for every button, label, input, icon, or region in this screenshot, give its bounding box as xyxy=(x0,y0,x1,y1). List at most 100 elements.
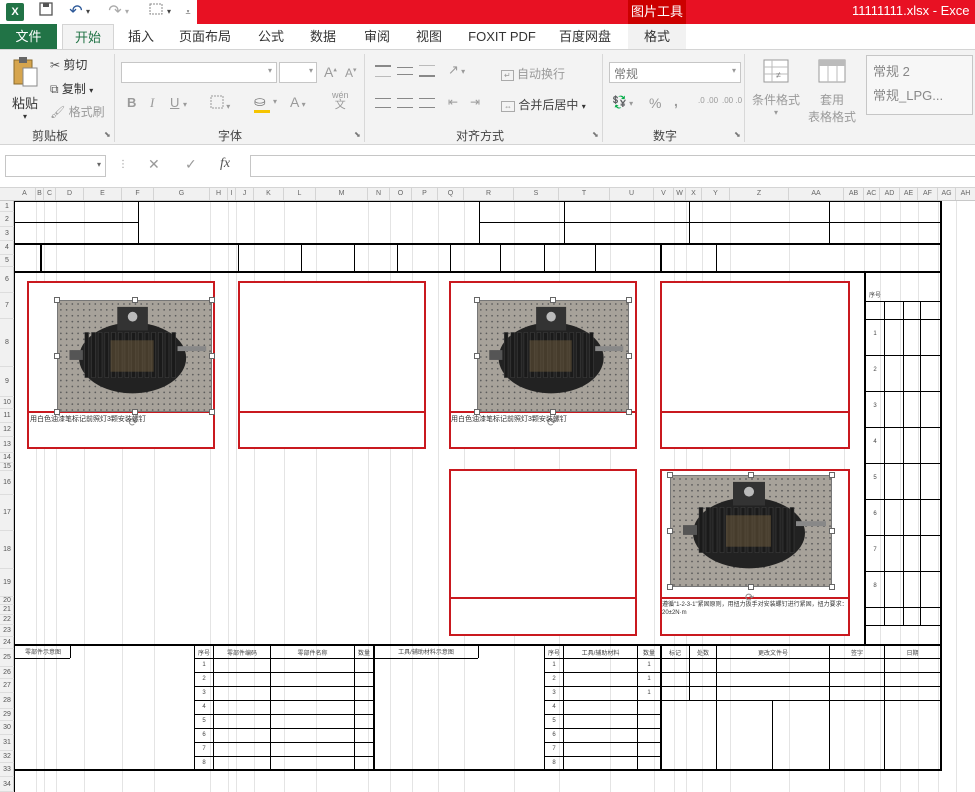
tab-insert[interactable]: 插入 xyxy=(120,24,162,49)
row-header[interactable]: 14 xyxy=(0,453,14,463)
engine-photo[interactable] xyxy=(57,300,212,412)
column-header[interactable]: U xyxy=(610,188,654,200)
row-header[interactable]: 33 xyxy=(0,763,14,777)
column-header[interactable]: R xyxy=(464,188,514,200)
row-header[interactable]: 22 xyxy=(0,615,14,625)
accounting-format-button[interactable]: 💱 ▾ xyxy=(612,95,633,109)
column-header[interactable]: Q xyxy=(438,188,464,200)
resize-handle[interactable] xyxy=(626,409,632,415)
resize-handle[interactable] xyxy=(131,297,138,303)
column-header[interactable]: C xyxy=(44,188,56,200)
cancel-icon[interactable]: ✕ xyxy=(148,156,160,173)
row-header[interactable]: 11 xyxy=(0,409,14,423)
resize-handle[interactable] xyxy=(667,528,673,534)
engine-photo[interactable] xyxy=(670,475,832,587)
column-header[interactable]: S xyxy=(514,188,559,200)
resize-handle[interactable] xyxy=(829,472,835,478)
row-header[interactable]: 6 xyxy=(0,267,14,293)
fill-color-dropdown-icon[interactable]: ▾ xyxy=(273,97,277,106)
resize-handle[interactable] xyxy=(667,584,673,590)
row-header[interactable]: 4 xyxy=(0,241,14,255)
tab-foxit-pdf[interactable]: FOXIT PDF xyxy=(462,24,542,49)
column-header[interactable]: M xyxy=(316,188,368,200)
row-header[interactable]: 26 xyxy=(0,667,14,679)
wrap-text-button[interactable]: ↵ 自动换行 xyxy=(501,65,565,82)
resize-handle[interactable] xyxy=(474,353,480,359)
tab-review[interactable]: 审阅 xyxy=(356,24,398,49)
column-header[interactable]: Y xyxy=(702,188,730,200)
resize-handle[interactable] xyxy=(667,472,673,478)
number-format-select[interactable]: 常规 ▾ xyxy=(609,62,741,83)
column-header[interactable]: AA xyxy=(789,188,844,200)
row-header[interactable]: 27 xyxy=(0,679,14,693)
tab-format[interactable]: 格式 xyxy=(628,24,686,49)
font-name-select[interactable]: ▾ xyxy=(121,62,277,83)
resize-handle[interactable] xyxy=(54,297,60,303)
name-box[interactable]: ▾ xyxy=(5,155,106,177)
copy-button[interactable]: ⧉ 复制 ▾ xyxy=(50,80,93,97)
orientation-button[interactable]: ↗ ▾ xyxy=(448,62,465,78)
bold-button[interactable]: B xyxy=(127,95,136,110)
row-header[interactable]: 23 xyxy=(0,625,14,637)
resize-handle[interactable] xyxy=(748,472,754,478)
column-header[interactable]: AC xyxy=(864,188,880,200)
tab-file[interactable]: 文件 xyxy=(0,24,57,49)
table-icon[interactable] xyxy=(146,2,166,22)
phonetic-button[interactable]: wén 文 xyxy=(332,90,349,111)
tab-baidu-netdisk[interactable]: 百度网盘 xyxy=(552,24,618,49)
column-header[interactable]: L xyxy=(284,188,316,200)
percent-button[interactable]: % xyxy=(649,95,661,111)
italic-button[interactable]: I xyxy=(150,95,154,111)
engine-photo[interactable] xyxy=(477,300,629,412)
resize-handle[interactable] xyxy=(829,584,835,590)
row-header[interactable]: 24 xyxy=(0,637,14,649)
column-header[interactable]: F xyxy=(122,188,154,200)
column-header[interactable]: I xyxy=(228,188,236,200)
fill-color-button[interactable]: ⛀ xyxy=(254,93,270,113)
row-header[interactable]: 9 xyxy=(0,367,14,397)
resize-handle[interactable] xyxy=(626,297,632,303)
column-header[interactable]: X xyxy=(686,188,702,200)
align-left-icon[interactable] xyxy=(375,98,391,108)
row-header[interactable]: 5 xyxy=(0,255,14,267)
row-header[interactable]: 29 xyxy=(0,709,14,721)
resize-handle[interactable] xyxy=(54,353,60,359)
column-header[interactable]: D xyxy=(56,188,84,200)
save-icon[interactable] xyxy=(36,2,56,22)
row-header[interactable]: 13 xyxy=(0,437,14,453)
redo-dropdown-icon[interactable]: ▾ xyxy=(122,2,132,22)
column-header[interactable]: A xyxy=(14,188,36,200)
resize-handle[interactable] xyxy=(209,297,215,303)
row-header[interactable]: 25 xyxy=(0,649,14,667)
undo-dropdown-icon[interactable]: ▾ xyxy=(83,2,93,22)
decrease-indent-icon[interactable]: ⇤ xyxy=(448,95,458,109)
formula-input[interactable] xyxy=(250,155,975,177)
align-center-icon[interactable] xyxy=(397,98,413,108)
row-header[interactable]: 15 xyxy=(0,463,14,471)
row-header[interactable]: 21 xyxy=(0,605,14,615)
row-header[interactable]: 31 xyxy=(0,735,14,751)
alignment-launcher-icon[interactable]: ⬊ xyxy=(592,130,599,139)
decrease-font-button[interactable]: A▾ xyxy=(345,66,357,80)
font-size-select[interactable]: ▾ xyxy=(279,62,317,83)
enter-icon[interactable]: ✓ xyxy=(185,156,197,173)
column-header[interactable]: H xyxy=(210,188,228,200)
number-launcher-icon[interactable]: ⬊ xyxy=(734,130,741,139)
row-header[interactable]: 7 xyxy=(0,293,14,319)
resize-handle[interactable] xyxy=(474,297,480,303)
column-header[interactable]: E xyxy=(84,188,122,200)
comma-button[interactable]: , xyxy=(674,93,678,109)
column-header[interactable]: N xyxy=(368,188,390,200)
format-as-table-button[interactable]: 套用 表格格式 xyxy=(804,58,860,125)
format-painter-button[interactable]: 🖌 格式刷 xyxy=(50,103,105,120)
row-header[interactable]: 18 xyxy=(0,531,14,569)
column-header[interactable]: O xyxy=(390,188,412,200)
align-bottom-icon[interactable] xyxy=(419,65,435,77)
font-color-button[interactable]: A ▾ xyxy=(290,94,306,110)
row-header[interactable]: 19 xyxy=(0,569,14,597)
increase-decimal-button[interactable]: .0 .00 xyxy=(698,96,718,105)
tab-view[interactable]: 视图 xyxy=(408,24,450,49)
tab-page-layout[interactable]: 页面布局 xyxy=(172,24,238,49)
column-header[interactable]: AE xyxy=(900,188,918,200)
row-header[interactable]: 8 xyxy=(0,319,14,367)
